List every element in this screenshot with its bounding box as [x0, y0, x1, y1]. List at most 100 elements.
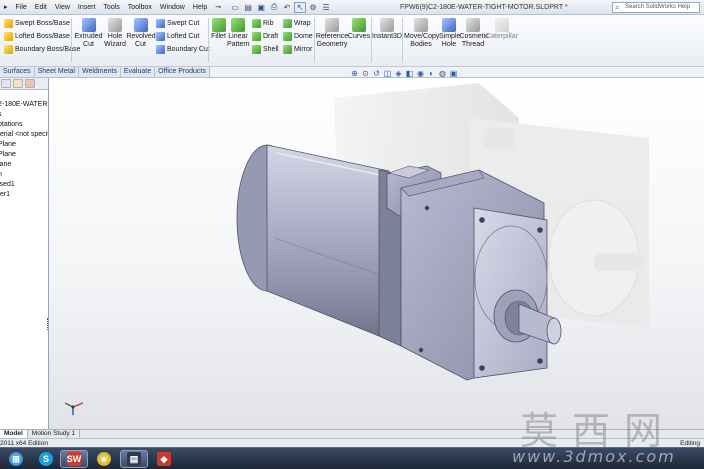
simple-hole-icon: [442, 18, 456, 32]
wrap-button[interactable]: Wrap: [283, 17, 311, 29]
dome-button[interactable]: Dome: [283, 30, 313, 42]
move-copy-bodies-button[interactable]: Move/Copy Bodies: [404, 15, 439, 49]
boundary-cut-button[interactable]: Boundary Cut: [156, 43, 210, 55]
edit-appearance-icon[interactable]: ◐: [427, 69, 436, 78]
taskbar-skype[interactable]: S: [32, 450, 60, 468]
mirror-button[interactable]: Mirror: [283, 43, 312, 55]
tree-item-material[interactable]: terial <not specified: [0, 130, 48, 140]
zoom-to-area-icon[interactable]: ⊙: [361, 69, 370, 78]
tree-item-part[interactable]: 2-180E-WATER-T: [0, 100, 48, 110]
solidworks-menu-arrow-icon[interactable]: ▸: [0, 0, 12, 15]
taskbar-window[interactable]: ▤: [120, 450, 148, 468]
mirror-icon: [283, 44, 292, 54]
menu-file[interactable]: File: [12, 0, 31, 15]
options-icon[interactable]: ☰: [320, 2, 332, 13]
swept-cut-button[interactable]: Swept Cut: [156, 17, 199, 29]
heads-up-view-toolbar: ⊕ ⊙ ↺ ◫ ◈ ◧ ◉ ◐ ◍ ▣: [350, 69, 458, 78]
view-settings-icon[interactable]: ▣: [449, 69, 458, 78]
open-folder-icon[interactable]: ▤: [242, 2, 254, 13]
menu-window[interactable]: Window: [156, 0, 189, 15]
property-manager-tab-icon[interactable]: [13, 79, 23, 88]
revolved-cut-button[interactable]: Revolved Cut: [127, 15, 156, 49]
reference-geometry-button[interactable]: Reference Geometry: [316, 15, 348, 49]
wrap-icon: [283, 18, 292, 28]
section-view-icon[interactable]: ◫: [383, 69, 392, 78]
search-placeholder: Search SolidWorks Help: [625, 4, 690, 10]
rebuild-icon[interactable]: ⚙: [307, 2, 319, 13]
tree-item-annotations[interactable]: otations: [0, 120, 48, 130]
fillet-icon: [211, 18, 226, 32]
view-orientation-icon[interactable]: ◈: [394, 69, 403, 78]
tree-item-origin[interactable]: n: [0, 170, 48, 180]
display-style-icon[interactable]: ◧: [405, 69, 414, 78]
menu-view[interactable]: View: [51, 0, 74, 15]
bolt-hole: [479, 217, 485, 223]
curves-button[interactable]: Curves: [348, 15, 370, 41]
apply-scene-icon[interactable]: ◍: [438, 69, 447, 78]
media-player-icon: ●: [97, 452, 111, 466]
start-button[interactable]: ⊞: [2, 450, 30, 468]
undo-icon[interactable]: ↶: [281, 2, 293, 13]
configuration-tab-icon[interactable]: [25, 79, 35, 88]
menu-bar: ▸ File Edit View Insert Tools Toolbox Wi…: [0, 0, 225, 15]
instant3d-button[interactable]: Instant3D: [372, 15, 402, 41]
tree-item-sensors[interactable]: s: [0, 110, 48, 120]
taskbar-media-player[interactable]: ●: [90, 450, 118, 468]
tab-sheet-metal[interactable]: Sheet Metal: [34, 67, 79, 77]
watermark-url: www.3dmox.com: [512, 447, 676, 466]
ribbon-divider: [208, 18, 209, 62]
boundary-boss-base-button[interactable]: Boundary Boss/Base: [4, 43, 80, 55]
zoom-to-fit-icon[interactable]: ⊕: [350, 69, 359, 78]
boundary-boss-icon: [4, 44, 13, 54]
tree-item-front-plane[interactable]: Plane: [0, 140, 48, 150]
pin-icon[interactable]: ⊸: [211, 0, 225, 15]
rib-icon: [252, 18, 261, 28]
swept-boss-base-button[interactable]: Swept Boss/Base: [4, 17, 70, 29]
tab-weldments[interactable]: Weldments: [78, 67, 121, 77]
menu-tools[interactable]: Tools: [99, 0, 123, 15]
taskbar-app[interactable]: ◆: [150, 450, 178, 468]
search-help-input[interactable]: ⌕ Search SolidWorks Help: [612, 2, 700, 13]
print-icon[interactable]: ⎙: [268, 2, 280, 13]
linear-pattern-button[interactable]: Linear Pattern: [227, 15, 250, 49]
menu-help[interactable]: Help: [189, 0, 211, 15]
gearbox-housing: [400, 169, 548, 381]
tree-item-imported[interactable]: ised1: [0, 180, 48, 190]
tab-office-products[interactable]: Office Products: [155, 67, 210, 77]
tree-item-top-plane[interactable]: Plane: [0, 150, 48, 160]
solidworks-icon: SW: [66, 452, 82, 466]
graphics-viewport[interactable]: [49, 78, 704, 429]
cosmetic-thread-button[interactable]: Cosmetic Thread: [460, 15, 489, 49]
rib-button[interactable]: Rib: [252, 17, 274, 29]
taskbar-solidworks[interactable]: SW: [60, 450, 88, 468]
skype-icon: S: [39, 452, 53, 466]
hide-show-items-icon[interactable]: ◉: [416, 69, 425, 78]
command-manager-ribbon: Swept Boss/Base Lofted Boss/Base Boundar…: [0, 15, 704, 67]
save-icon[interactable]: ▣: [255, 2, 267, 13]
extruded-cut-button[interactable]: Extruded Cut: [75, 15, 103, 49]
tab-motion-study[interactable]: Motion Study 1: [28, 430, 81, 438]
tree-item-right-plane[interactable]: lane: [0, 160, 48, 170]
bolt-hole: [537, 227, 543, 233]
tab-evaluate[interactable]: Evaluate: [120, 67, 156, 77]
feature-tree: 2-180E-WATER-T s otations terial <not sp…: [0, 100, 48, 200]
tab-surfaces[interactable]: Surfaces: [0, 67, 35, 77]
tab-model[interactable]: Model: [0, 430, 28, 438]
new-document-icon[interactable]: ▭: [229, 2, 241, 13]
menu-insert[interactable]: Insert: [74, 0, 100, 15]
caterpillar-button[interactable]: Caterpillar: [486, 15, 518, 41]
lofted-boss-base-button[interactable]: Lofted Boss/Base: [4, 30, 70, 42]
fillet-button[interactable]: Fillet: [210, 15, 227, 41]
menu-edit[interactable]: Edit: [31, 0, 51, 15]
draft-button[interactable]: Draft: [252, 30, 278, 42]
bolt-hole: [479, 365, 485, 371]
hole-wizard-button[interactable]: Hole Wizard: [103, 15, 127, 49]
feature-tree-tab-icon[interactable]: [1, 79, 11, 88]
previous-view-icon[interactable]: ↺: [372, 69, 381, 78]
shell-button[interactable]: Shell: [252, 43, 279, 55]
tree-item-counter[interactable]: ter1: [0, 190, 48, 200]
select-arrow-icon[interactable]: ↖: [294, 1, 307, 13]
simple-hole-button[interactable]: Simple Hole: [439, 15, 460, 49]
lofted-cut-button[interactable]: Lofted Cut: [156, 30, 199, 42]
menu-toolbox[interactable]: Toolbox: [124, 0, 156, 15]
